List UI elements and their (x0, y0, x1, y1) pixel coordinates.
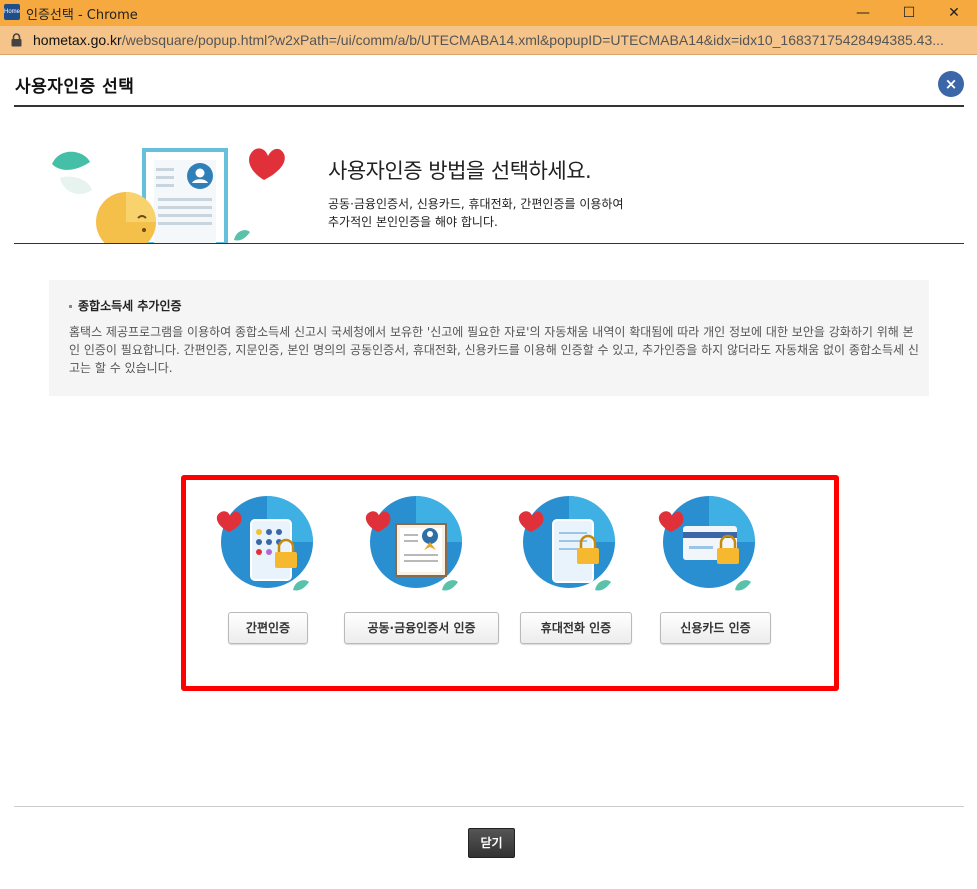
hero-subtitle-line-1: 공동·금융인증서, 신용카드, 휴대전화, 간편인증를 이용하여 (328, 197, 624, 211)
lock-icon (11, 33, 22, 47)
info-heading-text: 종합소득세 추가인증 (78, 299, 182, 313)
url-text[interactable]: hometax.go.kr/websquare/popup.html?w2xPa… (33, 32, 963, 48)
simple-auth-button[interactable]: 간편인증 (228, 612, 308, 644)
credit-card-lock-icon (658, 496, 755, 591)
hometax-app-icon: Home (4, 4, 20, 20)
window-close-button[interactable]: ✕ (931, 0, 977, 26)
mobile-phone-lock-icon (518, 496, 615, 591)
leaf-icon (52, 151, 90, 170)
certificate-auth-button[interactable]: 공동·금융인증서 인증 (344, 612, 499, 644)
minimize-button[interactable]: — (840, 0, 886, 26)
url-host: hometax.go.kr (33, 32, 122, 48)
hero-divider (14, 243, 964, 244)
info-heading: 종합소득세 추가인증 (69, 297, 182, 314)
mobile-auth-button[interactable]: 휴대전화 인증 (520, 612, 632, 644)
window-titlebar (0, 0, 977, 26)
credit-card-auth-button[interactable]: 신용카드 인증 (660, 612, 771, 644)
bullet-icon (69, 305, 72, 308)
page-title: 사용자인증 선택 (15, 77, 135, 97)
hero-title: 사용자인증 방법을 선택하세요. (328, 159, 592, 183)
close-button[interactable]: 닫기 (468, 828, 515, 858)
phone-app-lock-icon (216, 496, 313, 591)
hero-illustration (52, 148, 285, 244)
info-body: 홈택스 제공프로그램을 이용하여 종합소득세 신고시 국세청에서 보유한 '신고… (69, 325, 919, 375)
header-divider (14, 105, 964, 107)
footer-divider (14, 806, 964, 807)
popup-close-icon[interactable]: × (938, 71, 964, 97)
hero-subtitle: 공동·금융인증서, 신용카드, 휴대전화, 간편인증를 이용하여 추가적인 본인… (328, 195, 623, 231)
window-title: 인증선택 - Chrome (26, 8, 138, 23)
certificate-icon (365, 496, 462, 591)
heart-icon (249, 148, 285, 180)
maximize-button[interactable]: ☐ (886, 0, 932, 26)
url-path: /websquare/popup.html?w2xPath=/ui/comm/a… (121, 32, 944, 48)
hero-subtitle-line-2: 추가적인 본인인증을 해야 합니다. (328, 215, 498, 229)
